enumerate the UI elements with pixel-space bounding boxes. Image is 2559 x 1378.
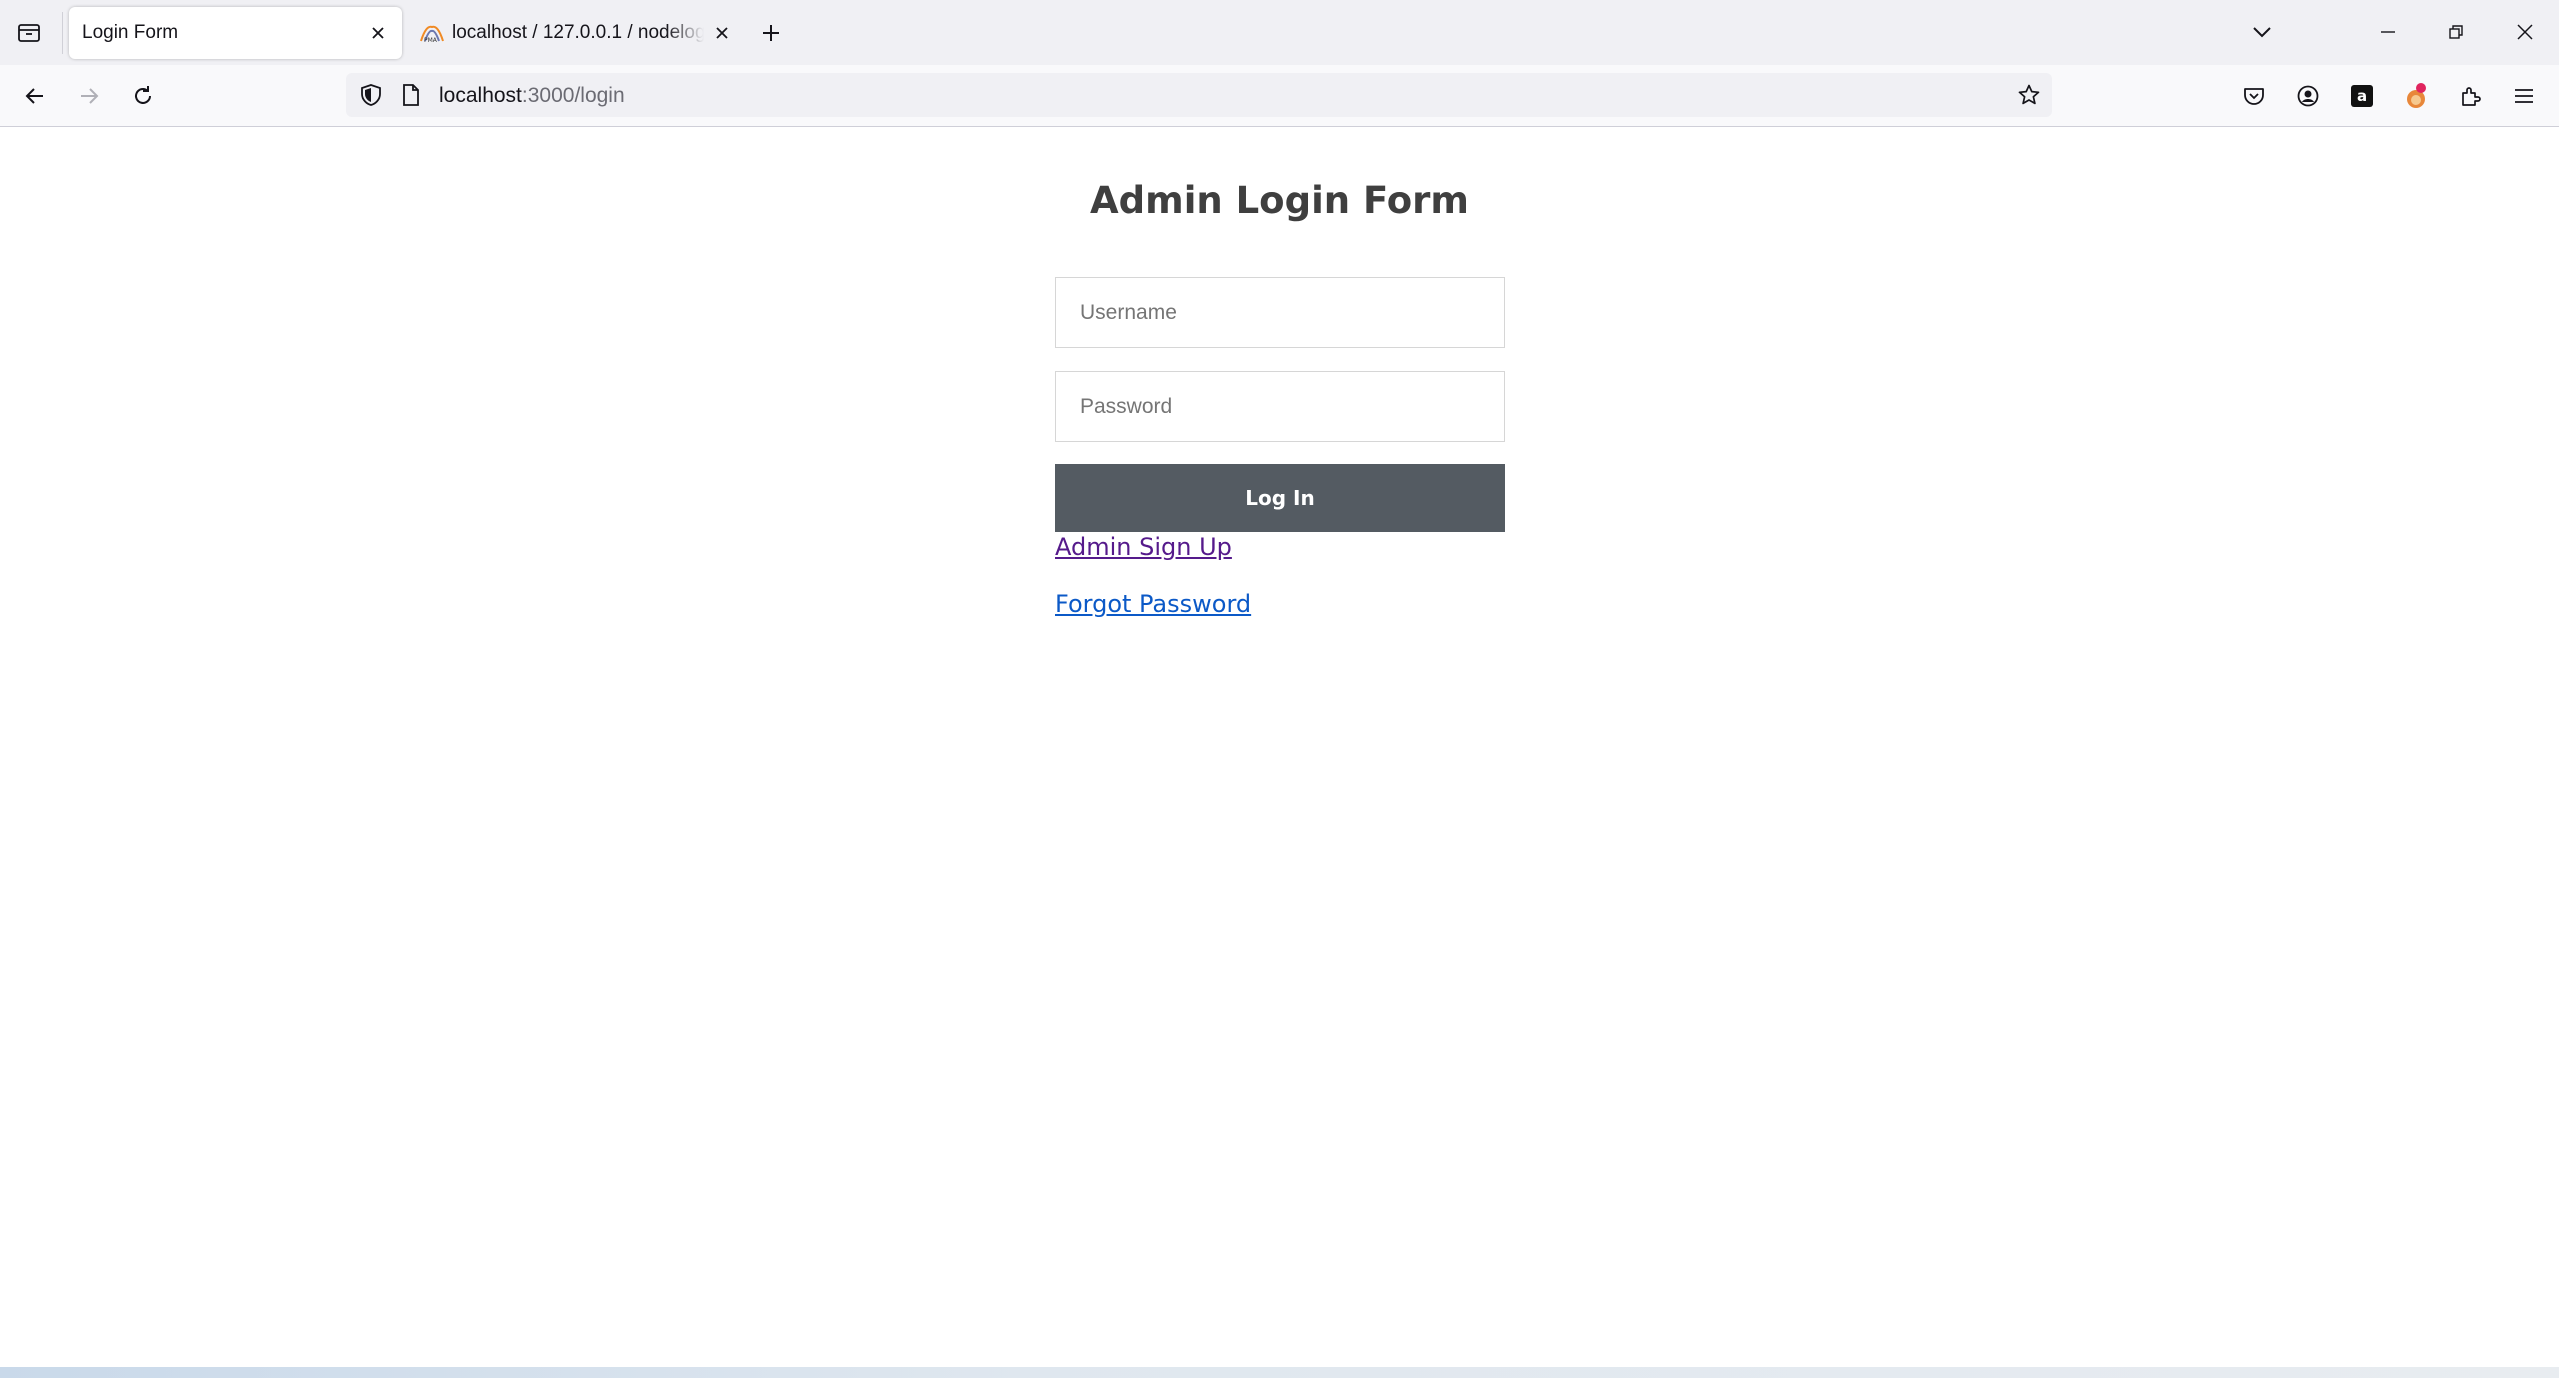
username-input[interactable] bbox=[1055, 277, 1505, 348]
tab-phpmyadmin[interactable]: PMA localhost / 127.0.0.1 / nodelogin bbox=[412, 7, 732, 59]
login-form: Log In bbox=[1055, 277, 1505, 532]
login-button[interactable]: Log In bbox=[1055, 464, 1505, 532]
reload-button[interactable] bbox=[124, 77, 162, 115]
tab-bar: Login Form PMA localhost / 127.0.0.1 / n… bbox=[0, 0, 2559, 65]
forward-arrow-icon bbox=[81, 88, 99, 104]
svg-text:PMA: PMA bbox=[424, 37, 438, 43]
url-bar[interactable]: localhost:3000/login bbox=[346, 73, 2052, 117]
phpmyadmin-icon: PMA bbox=[420, 23, 444, 44]
close-icon[interactable] bbox=[710, 21, 734, 45]
tab-list-icon[interactable] bbox=[12, 16, 46, 50]
tab-login-form[interactable]: Login Form bbox=[69, 7, 402, 59]
close-icon[interactable] bbox=[366, 21, 390, 45]
tab-title: Login Form bbox=[82, 22, 179, 43]
hamburger-menu-icon[interactable] bbox=[2508, 80, 2540, 112]
pocket-icon[interactable] bbox=[2238, 80, 2270, 112]
restore-button[interactable] bbox=[2436, 14, 2476, 50]
chevron-down-icon bbox=[2253, 27, 2271, 38]
minimize-icon bbox=[2381, 31, 2395, 33]
puzzle-icon[interactable] bbox=[2454, 80, 2486, 112]
minimize-button[interactable] bbox=[2368, 14, 2408, 50]
list-all-tabs-button[interactable] bbox=[2242, 14, 2282, 50]
star-icon[interactable] bbox=[2016, 82, 2042, 108]
account-icon[interactable] bbox=[2292, 80, 2324, 112]
back-arrow-icon bbox=[25, 88, 43, 104]
new-tab-button[interactable] bbox=[755, 17, 787, 49]
page-title: Admin Login Form bbox=[1090, 179, 1469, 222]
page-icon[interactable] bbox=[398, 82, 424, 108]
forward-button[interactable] bbox=[70, 77, 108, 115]
url-path: :3000/login bbox=[521, 84, 625, 107]
plus-icon bbox=[763, 25, 779, 41]
tab-title: localhost / 127.0.0.1 / nodelogin bbox=[452, 22, 704, 43]
taskbar-edge bbox=[0, 1367, 2559, 1378]
url-host: localhost bbox=[439, 84, 522, 107]
page-content: Admin Login Form Log In Admin Sign Up Fo… bbox=[0, 127, 2559, 1367]
forgot-password-link[interactable]: Forgot Password bbox=[1055, 590, 1251, 618]
tab-divider bbox=[62, 12, 63, 54]
restore-icon bbox=[2449, 25, 2463, 39]
shield-icon[interactable] bbox=[358, 82, 384, 108]
window-close-button[interactable] bbox=[2505, 14, 2545, 50]
svg-text:a: a bbox=[2357, 87, 2367, 105]
close-icon bbox=[2517, 24, 2533, 40]
password-input[interactable] bbox=[1055, 371, 1505, 442]
reload-icon bbox=[135, 86, 151, 104]
admin-signup-link[interactable]: Admin Sign Up bbox=[1055, 533, 1232, 561]
navigation-toolbar: localhost:3000/login a bbox=[0, 65, 2559, 127]
back-button[interactable] bbox=[16, 77, 54, 115]
fox-extension-icon[interactable] bbox=[2400, 80, 2432, 112]
url-text[interactable]: localhost:3000/login bbox=[439, 84, 625, 108]
amazon-icon[interactable]: a bbox=[2346, 80, 2378, 112]
